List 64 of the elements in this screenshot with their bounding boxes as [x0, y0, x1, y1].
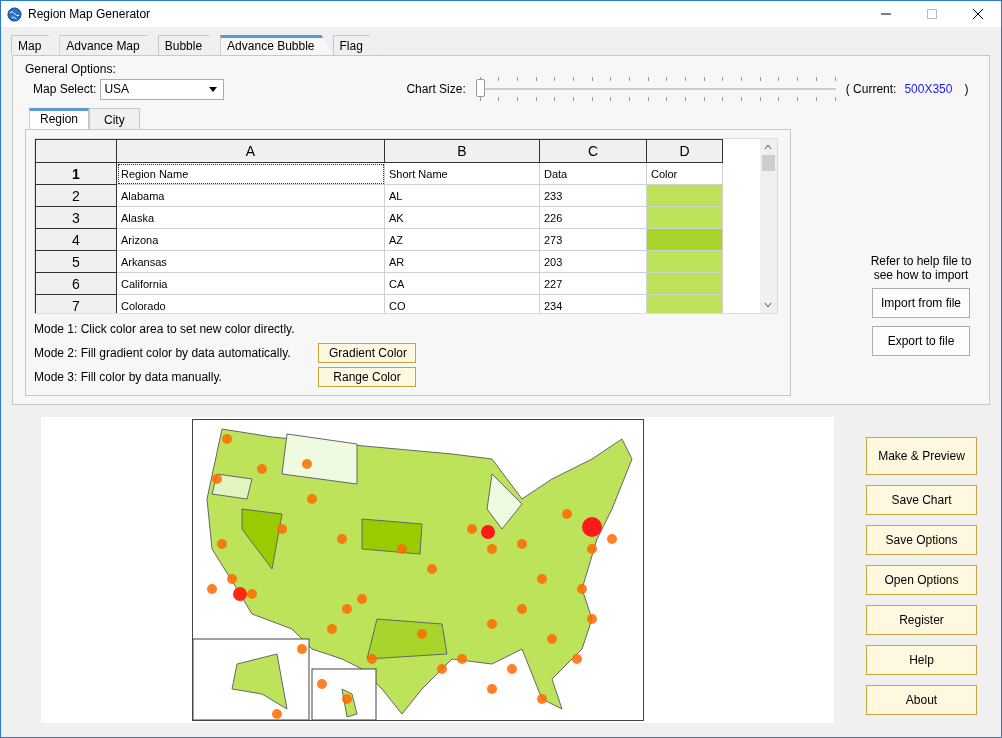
table-cell: Arkansas	[116, 250, 385, 273]
table-cell: Data	[539, 162, 647, 185]
action-button[interactable]: Make & Preview	[866, 437, 977, 475]
map-select-dropdown[interactable]: USA	[100, 78, 225, 100]
chart-size-label: Chart Size:	[406, 82, 466, 96]
mode-description: Mode 3: Fill color by data manually.	[34, 370, 223, 384]
table-cell: AZ	[384, 228, 540, 251]
table-cell: 273	[539, 228, 647, 251]
column-header: C	[539, 139, 647, 163]
table-cell: CA	[384, 272, 540, 295]
window-title: Region Map Generator	[28, 7, 151, 21]
table-cell: Alaska	[116, 206, 385, 229]
row-header: 2	[35, 184, 117, 207]
current-size-label: ( Current:	[845, 82, 897, 96]
tab[interactable]: Advance Bubble	[220, 35, 334, 55]
action-button[interactable]: About	[866, 685, 977, 715]
action-button[interactable]: Register	[866, 605, 977, 635]
table-cell: Arizona	[116, 228, 385, 251]
table-cell: Color	[646, 162, 723, 185]
sub-tab[interactable]: City	[89, 108, 140, 129]
import-export-button[interactable]: Import from file	[872, 288, 970, 318]
scroll-up-icon[interactable]	[763, 143, 773, 151]
row-header: 1	[35, 162, 117, 185]
dropdown-caret-icon	[209, 86, 218, 92]
closing-parenthesis: )	[964, 82, 969, 96]
color-mode-button[interactable]: Range Color	[318, 367, 416, 387]
table-cell: AK	[384, 206, 540, 229]
row-header: 5	[35, 250, 117, 273]
column-header: B	[384, 139, 540, 163]
map-select-label: Map Select:	[33, 82, 97, 96]
import-hint: Refer to help file to see how to import	[869, 254, 973, 282]
table-cell: 226	[539, 206, 647, 229]
column-header: D	[646, 139, 723, 163]
table-cell: California	[116, 272, 385, 295]
action-button[interactable]: Save Options	[866, 525, 977, 555]
current-size-value: 500X350	[904, 82, 953, 96]
table-cell: AR	[384, 250, 540, 273]
table-cell: Short Name	[384, 162, 540, 185]
table-cell: 233	[539, 184, 647, 207]
table-cell: Alabama	[116, 184, 385, 207]
import-export-button[interactable]: Export to file	[872, 326, 970, 356]
chart-size-slider[interactable]	[475, 76, 836, 102]
color-mode-button[interactable]: Gradient Color	[318, 343, 416, 363]
vertical-scrollbar[interactable]	[760, 139, 777, 313]
mode-description: Mode 1: Click color area to set new color directly.	[34, 322, 296, 336]
row-header: 4	[35, 228, 117, 251]
scroll-down-icon[interactable]	[763, 301, 773, 309]
action-button[interactable]: Help	[866, 645, 977, 675]
tab[interactable]: Flag	[332, 35, 382, 55]
column-header: A	[116, 139, 385, 163]
general-options-label: General Options:	[25, 62, 117, 76]
table-cell: Region Name	[116, 162, 385, 185]
table-cell: 203	[539, 250, 647, 273]
tab[interactable]: Map	[11, 35, 61, 55]
row-header: 6	[35, 272, 117, 295]
mode-description: Mode 2: Fill gradient color by data automatically.	[34, 346, 292, 360]
globe-icon	[7, 6, 22, 22]
scrollbar-thumb[interactable]	[762, 155, 775, 171]
table-cell: 227	[539, 272, 647, 295]
row-header: 3	[35, 206, 117, 229]
action-button[interactable]: Open Options	[866, 565, 977, 595]
action-button[interactable]: Save Chart	[866, 485, 977, 515]
sub-tab[interactable]: Region	[29, 108, 90, 129]
table-cell: AL	[384, 184, 540, 207]
